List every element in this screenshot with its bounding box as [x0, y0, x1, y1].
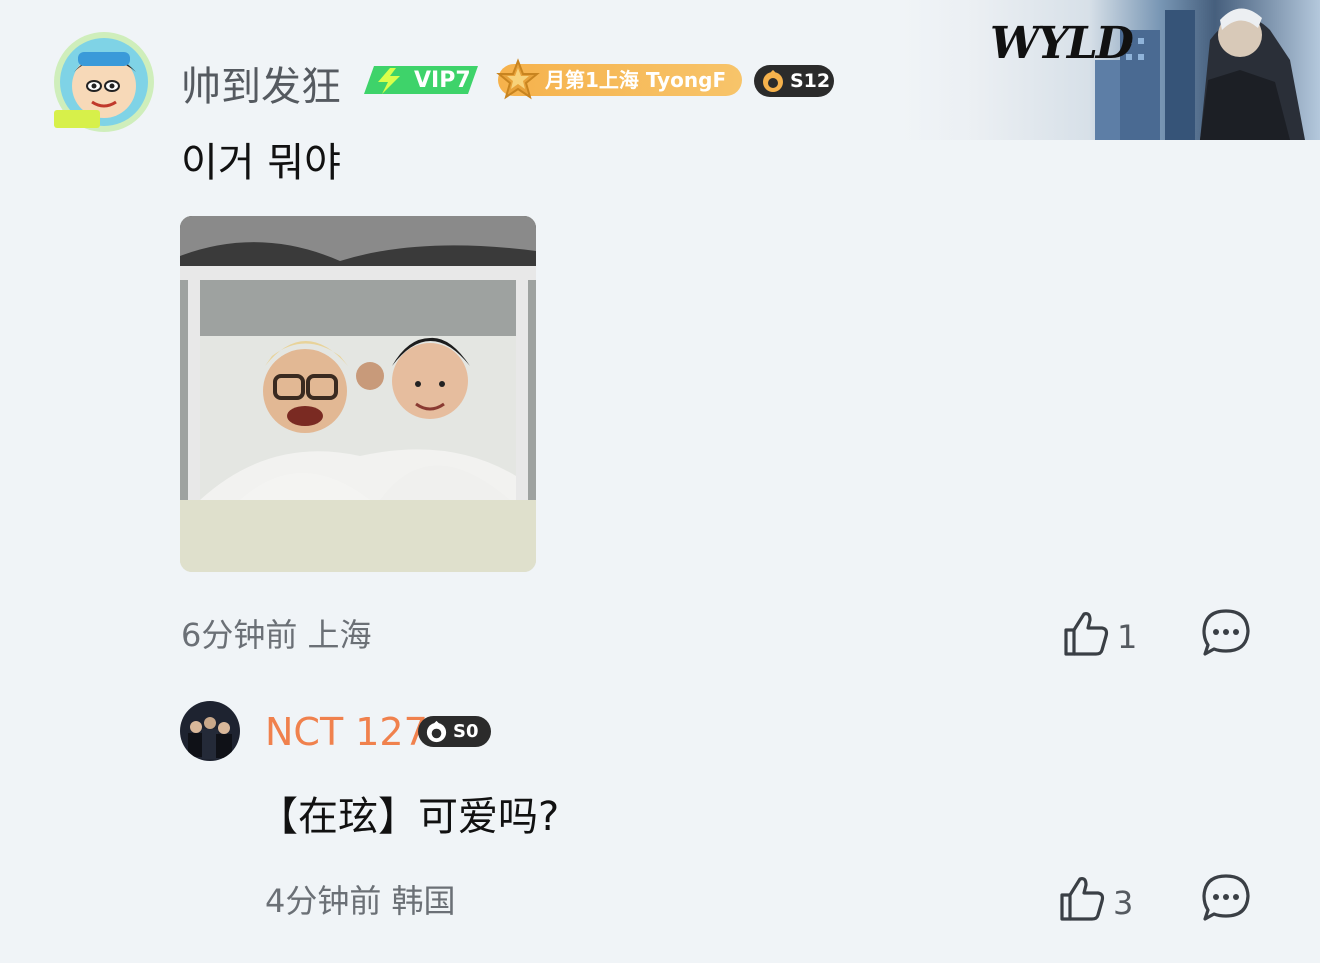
avatar[interactable] [52, 30, 156, 134]
like-count: 3 [1113, 884, 1134, 922]
comment-meta: 4分钟前 韩国 [265, 876, 456, 922]
comment-text: 이거 뭐야 [181, 140, 341, 186]
star-icon [496, 58, 540, 100]
avatar[interactable] [180, 701, 240, 761]
chat-bubble-icon[interactable] [1200, 872, 1252, 924]
comment-location: 韩国 [391, 882, 456, 920]
comment-image[interactable] [180, 216, 536, 572]
rank-badge-label: 月第1上海 TyongF [545, 68, 727, 92]
season-badge-label: S12 [790, 70, 831, 92]
thumbs-up-icon[interactable] [1056, 873, 1108, 925]
vip-badge-label: VIP7 [414, 68, 471, 93]
comment-time: 6分钟前 [181, 616, 298, 654]
comment-location: 上海 [307, 616, 372, 654]
comment-time: 4分钟前 [265, 882, 382, 920]
flame-icon [426, 720, 447, 743]
username[interactable]: NCT 127 [265, 710, 428, 754]
username[interactable]: 帅到发狂 [181, 54, 341, 112]
comment-text: 【在玹】可爱吗? [258, 794, 560, 840]
like-count: 1 [1117, 618, 1138, 656]
season-badge-label: S0 [453, 721, 479, 742]
thumbs-up-icon[interactable] [1060, 608, 1112, 660]
comment-meta: 6分钟前 上海 [181, 610, 372, 656]
chat-bubble-icon[interactable] [1200, 607, 1252, 659]
comment-thread-page: WYLD 帅到发狂 VIP7 月第1上海 TyongF S12 이거 뭐야 6分… [0, 0, 1320, 963]
banner-logo: WYLD [990, 18, 1134, 69]
flame-icon [763, 70, 783, 92]
